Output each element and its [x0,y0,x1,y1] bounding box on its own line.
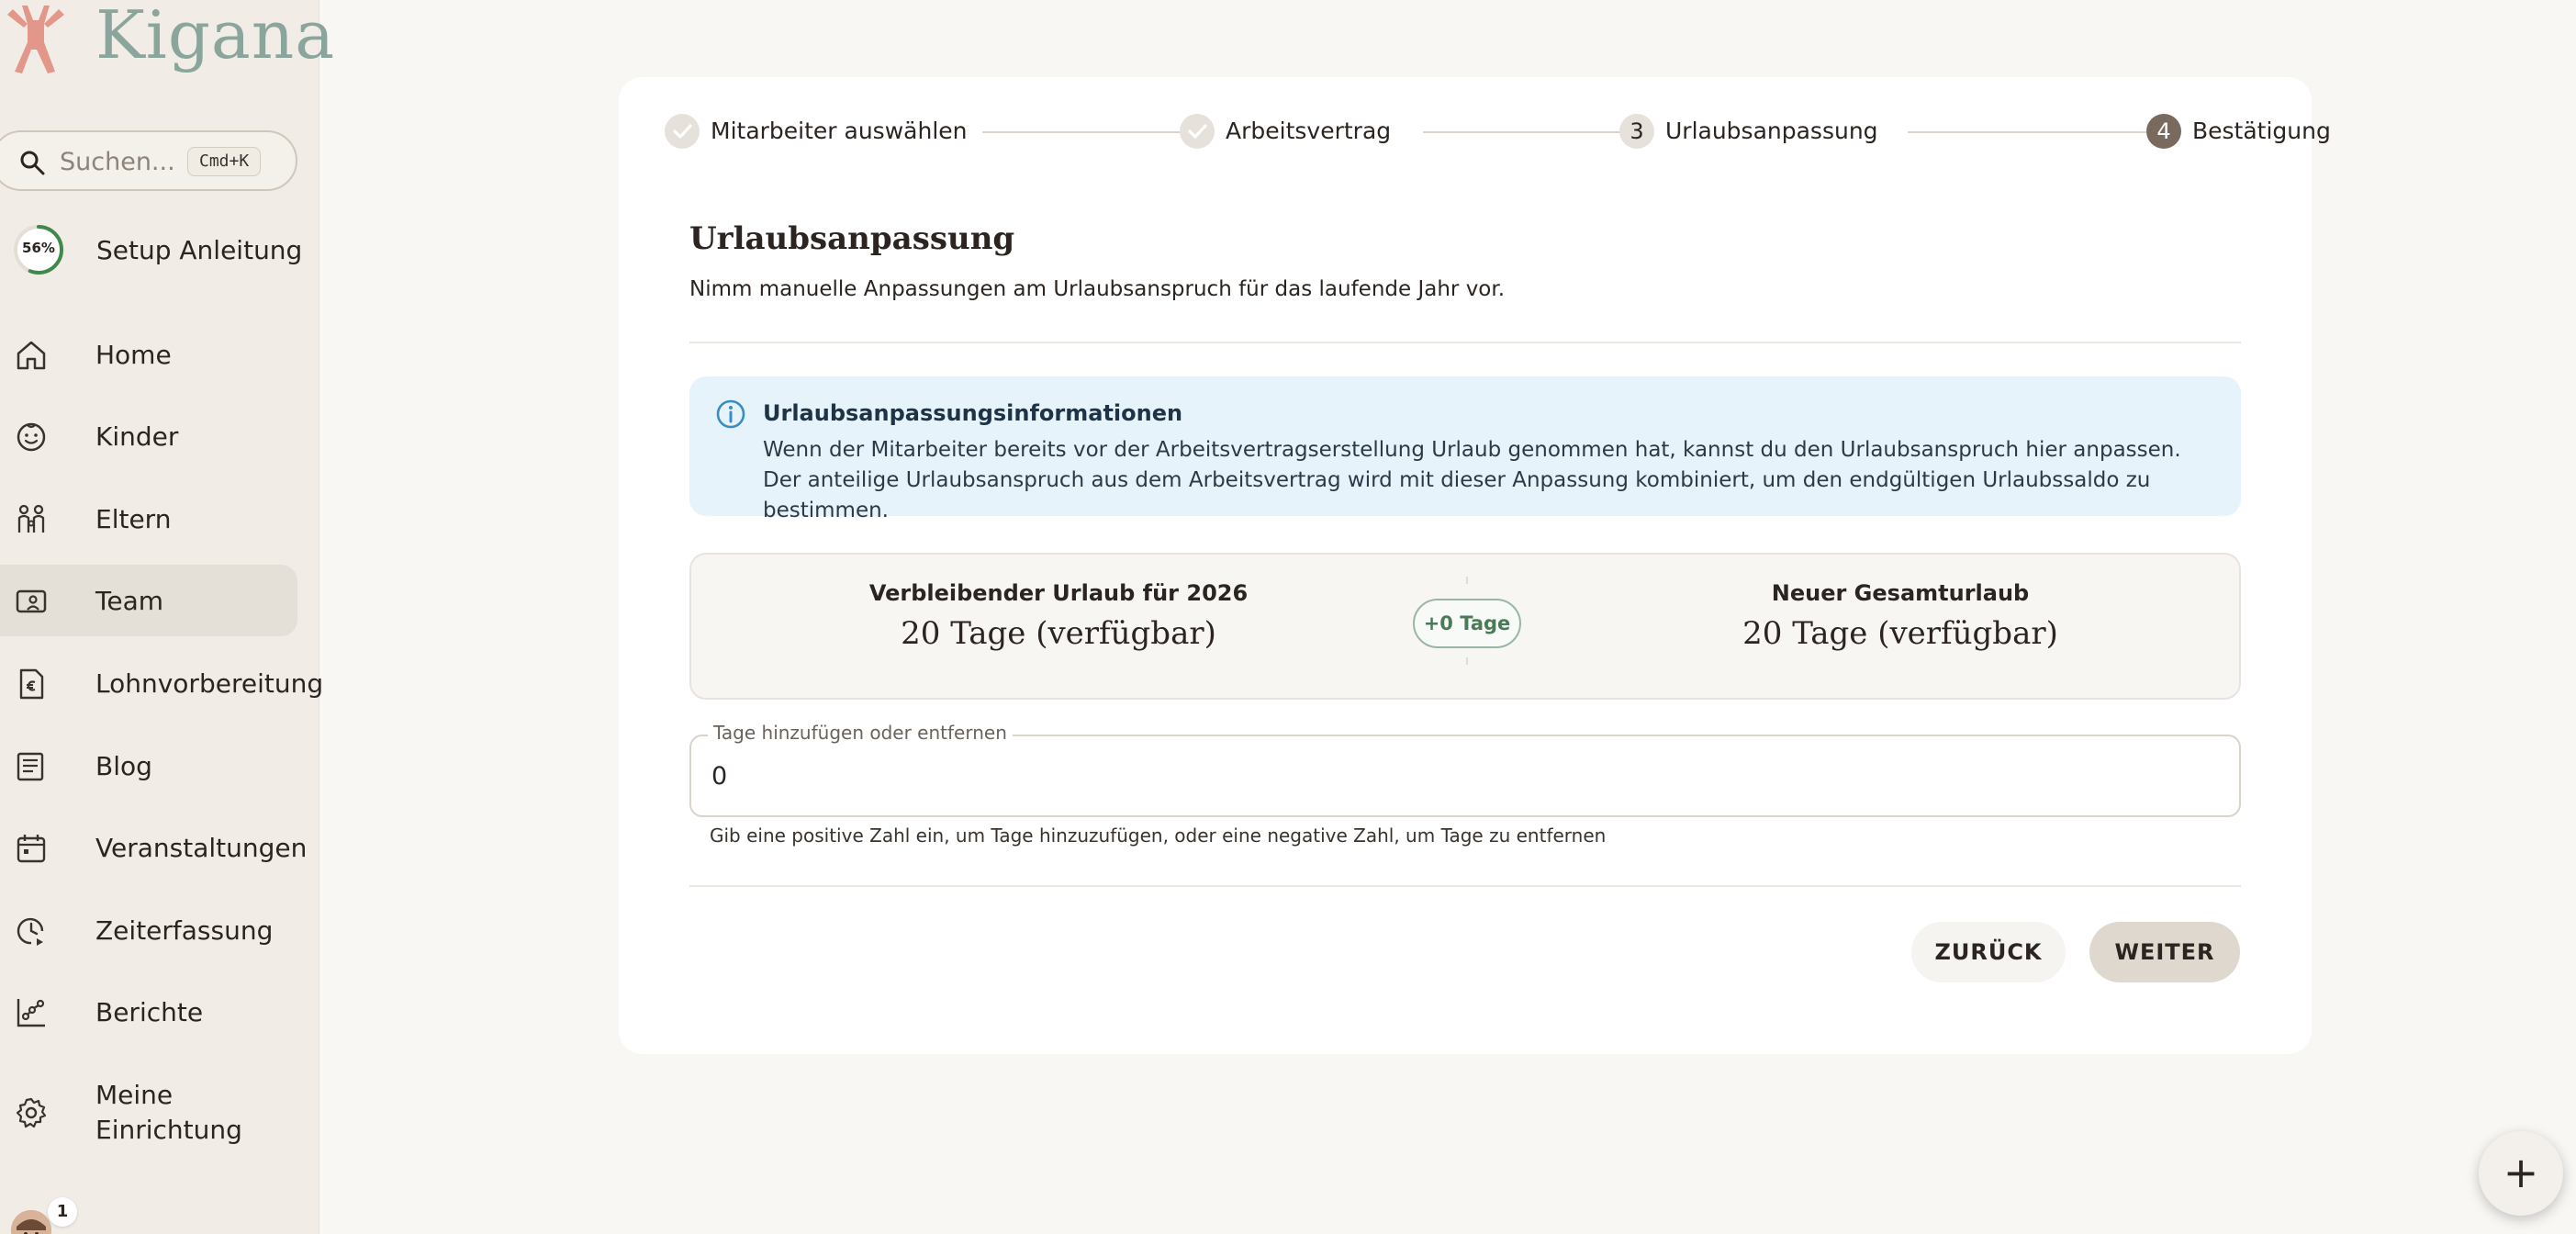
user-avatar[interactable] [11,1210,51,1234]
step-done-check [665,114,700,149]
sidebar-item-lohnvorbereitung[interactable]: Lohnvorbereitung [0,647,323,719]
sidebar-item-label: Meine Einrichtung [95,1080,242,1145]
summary-connector [1466,577,1468,584]
check-icon [673,124,692,139]
sidebar-item-kinder[interactable]: Kinder [0,400,297,472]
adjust-days-label: Tage hinzufügen oder entfernen [708,722,1013,744]
info-icon [716,399,745,429]
new-total-value: 20 Tage (verfügbar) [1742,615,2058,652]
parents-icon [17,504,45,533]
sidebar-item-meine-einrichtung[interactable]: Meine Einrichtung [0,1078,297,1151]
setup-guide-link[interactable]: 56% Setup Anleitung [13,224,316,275]
sidebar: Kigana Suchen... Cmd+K 56% Setup Anleitu… [0,0,334,1234]
sidebar-item-label: Zeiterfassung [95,915,274,946]
clock-icon [17,917,44,946]
logo-figure-icon [7,6,64,73]
sidebar-item-berichte[interactable]: Berichte [0,976,297,1048]
sidebar-item-blog[interactable]: Blog [0,730,297,802]
page-title: Urlaubsanpassung [689,220,1015,257]
adjust-days-help: Gib eine positive Zahl ein, um Tage hinz… [710,825,1607,847]
search-shortcut-badge: Cmd+K [187,147,262,176]
back-button[interactable]: ZURÜCK [1911,922,2066,982]
info-body: Wenn der Mitarbeiter bereits vor der Arb… [763,438,2181,522]
blog-icon [17,752,44,781]
sidebar-item-zeiterfassung[interactable]: Zeiterfassung [0,894,297,966]
sidebar-item-label: Veranstaltungen [95,833,308,863]
wizard-stepper: Mitarbeiter auswählen Arbeitsvertrag 3 U… [665,112,2331,152]
team-badge-icon [16,589,47,613]
child-face-icon [17,422,46,452]
sidebar-item-label: Home [95,340,172,370]
delta-badge: +0 Tage [1413,599,1521,648]
remaining-vacation: Verbleibender Urlaub für 2026 20 Tage (v… [783,580,1334,652]
adjust-days-field[interactable]: Tage hinzufügen oder entfernen [689,722,2241,817]
step-connector [982,131,1201,133]
setup-guide-label: Setup Anleitung [96,235,303,265]
page-subtitle: Nimm manuelle Anpassungen am Urlaubsansp… [689,277,1506,301]
new-total-label: Neuer Gesamturlaub [1771,580,2030,606]
step-label: Urlaubsanpassung [1665,118,1878,144]
sidebar-item-label: Berichte [95,997,204,1027]
sidebar-item-label: Kinder [95,421,179,452]
adjust-days-input[interactable] [711,762,2180,791]
sidebar-item-label: Eltern [95,504,172,534]
step-done-check [1180,114,1215,149]
step-label: Arbeitsvertrag [1226,118,1392,144]
payroll-icon [19,668,44,700]
step-connector [1423,131,1621,133]
next-button[interactable]: WEITER [2089,922,2240,982]
sidebar-item-veranstaltungen[interactable]: Veranstaltungen [0,812,307,883]
sidebar-item-home[interactable]: Home [0,319,297,390]
sidebar-item-label: Lohnvorbereitung [95,668,324,699]
step-label: Mitarbeiter auswählen [711,118,968,144]
calendar-icon [17,835,46,863]
remaining-vacation-value: 20 Tage (verfügbar) [901,615,1216,652]
sidebar-item-eltern[interactable]: Eltern [0,483,297,555]
add-fab-button[interactable]: + [2479,1131,2563,1216]
divider [689,342,2241,343]
info-alert: Urlaubsanpassungsinformationen Wenn der … [689,376,2241,522]
setup-progress-label: 56% [22,240,55,256]
step-label: Bestätigung [2192,118,2331,144]
summary-connector [1466,657,1468,665]
app-name: Kigana [95,0,336,73]
remaining-vacation-label: Verbleibender Urlaub für 2026 [868,580,1249,606]
sidebar-item-label: Team [95,586,164,616]
avatar-face-icon [11,1210,51,1234]
home-icon [17,341,46,370]
app-logo[interactable]: Kigana [4,0,334,75]
notification-badge: 1 [48,1197,77,1227]
divider [689,885,2241,887]
step-number: 4 [2146,114,2181,149]
search-input[interactable]: Suchen... [60,148,175,176]
sidebar-item-label: Blog [95,751,152,781]
search-box[interactable]: Suchen... Cmd+K [0,130,297,191]
check-icon [1188,124,1207,139]
chart-icon [17,999,45,1027]
step-number: 3 [1619,114,1654,149]
vacation-adjustment-card: Mitarbeiter auswählen Arbeitsvertrag 3 U… [619,77,2331,1054]
new-total-vacation: Neuer Gesamturlaub 20 Tage (verfügbar) [1625,580,2176,652]
sidebar-item-team[interactable]: Team [0,565,297,636]
gear-icon [16,1097,47,1128]
vacation-summary: Verbleibender Urlaub für 2026 20 Tage (v… [689,553,2241,700]
info-title: Urlaubsanpassungsinformationen [763,400,1183,426]
search-icon [20,151,45,175]
step-connector [1908,131,2152,133]
